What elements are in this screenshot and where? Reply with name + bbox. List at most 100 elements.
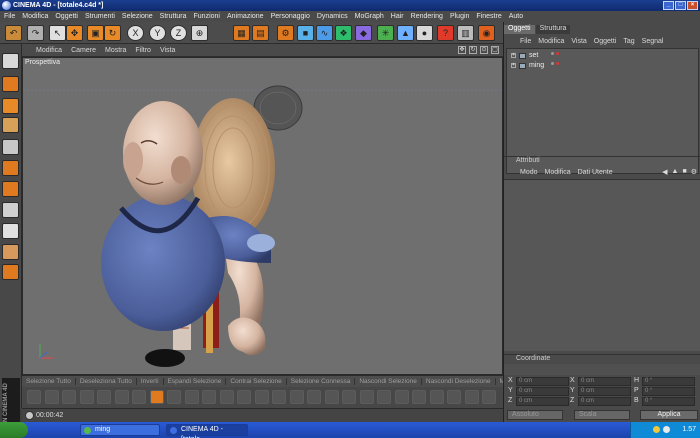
- spline-icon[interactable]: ∿: [316, 25, 333, 41]
- nurbs-icon[interactable]: ❖: [335, 25, 352, 41]
- menu-item[interactable]: Strumenti: [85, 13, 115, 20]
- action-button[interactable]: Mostra Tutto: [496, 378, 504, 385]
- move-icon[interactable]: ✥: [458, 46, 466, 54]
- action-button[interactable]: Nascondi Selezione: [355, 378, 422, 385]
- apply-button[interactable]: Applica: [640, 410, 698, 420]
- mesh-tool-icon[interactable]: [482, 390, 496, 404]
- viewport-menu-item[interactable]: Modifica: [36, 47, 62, 54]
- coord-input[interactable]: 0 cm: [516, 397, 569, 406]
- rotate-icon[interactable]: ↻: [104, 25, 121, 41]
- deformer-icon[interactable]: ◆: [355, 25, 372, 41]
- mesh-tool-icon[interactable]: [132, 390, 146, 404]
- action-button[interactable]: Selezione Tutto: [22, 378, 76, 385]
- coord-input[interactable]: 0 cm: [578, 387, 631, 396]
- menu-item[interactable]: Struttura: [160, 13, 187, 20]
- menu-item[interactable]: Modifica: [22, 13, 48, 20]
- menu-item[interactable]: MoGraph: [355, 13, 384, 20]
- taskbar-task[interactable]: ming: [80, 424, 160, 436]
- checker-mode-icon[interactable]: [2, 202, 19, 218]
- render-picture-icon[interactable]: ▤: [252, 25, 269, 41]
- menu-item[interactable]: Oggetti: [55, 13, 78, 20]
- attributes-menu-item[interactable]: Dati Utente: [578, 169, 613, 176]
- cube-primitive-icon[interactable]: ■: [297, 25, 314, 41]
- mesh-tool-icon[interactable]: [447, 390, 461, 404]
- mesh-tool-icon[interactable]: [342, 390, 356, 404]
- tab-struttura[interactable]: Struttura: [535, 25, 571, 34]
- arrow-left-icon[interactable]: ◀: [662, 168, 667, 176]
- help-icon[interactable]: ?: [437, 25, 454, 41]
- visibility-dots[interactable]: [551, 52, 559, 55]
- viewport-menu-item[interactable]: Mostra: [105, 47, 126, 54]
- mesh-tool-icon[interactable]: [44, 390, 59, 404]
- menu-item[interactable]: Selezione: [122, 13, 153, 20]
- minimize-button[interactable]: _: [663, 1, 674, 10]
- expand-icon[interactable]: +: [511, 53, 516, 58]
- object-menu-item[interactable]: Segnal: [642, 38, 664, 45]
- mesh-tool-icon[interactable]: [464, 390, 479, 404]
- menu-item[interactable]: Auto: [509, 13, 523, 20]
- x-axis-icon[interactable]: X: [127, 25, 144, 41]
- viewport-menu-item[interactable]: Vista: [160, 47, 175, 54]
- network-icon[interactable]: [663, 426, 670, 433]
- coord-input[interactable]: 0 cm: [516, 377, 569, 386]
- mesh-tool-icon[interactable]: [202, 390, 216, 404]
- mesh-tool-icon[interactable]: [149, 390, 164, 404]
- coord-mode-select[interactable]: Assoluto: [507, 410, 563, 420]
- mesh-tool-icon[interactable]: [429, 390, 444, 404]
- action-button[interactable]: Selezione Connessa: [287, 378, 356, 385]
- menu-item[interactable]: Hair: [391, 13, 404, 20]
- lock-icon[interactable]: ■: [682, 168, 686, 176]
- action-button[interactable]: Contrai Selezione: [226, 378, 287, 385]
- lock-icon[interactable]: [2, 223, 19, 239]
- object-menu-item[interactable]: Tag: [623, 38, 634, 45]
- close-button[interactable]: ×: [687, 1, 698, 10]
- mesh-tool-icon[interactable]: [394, 390, 409, 404]
- object-row[interactable]: + ming: [511, 61, 559, 70]
- expand-icon[interactable]: +: [511, 63, 516, 68]
- mesh-tool-icon[interactable]: [27, 390, 41, 404]
- taskbar-task[interactable]: CINEMA 4D - [totale...: [166, 424, 248, 438]
- start-button[interactable]: [0, 422, 28, 438]
- viewport-perspective[interactable]: Prospettiva: [22, 57, 503, 375]
- redo-icon[interactable]: ↷: [27, 25, 44, 41]
- action-button[interactable]: Deseleziona Tutto: [76, 378, 137, 385]
- visibility-dots[interactable]: [551, 62, 559, 65]
- mesh-tool-icon[interactable]: [289, 390, 304, 404]
- y-axis-icon[interactable]: Y: [149, 25, 166, 41]
- menu-item[interactable]: Plugin: [450, 13, 469, 20]
- viewport-menu-item[interactable]: Camere: [71, 47, 96, 54]
- scene-icon[interactable]: ✳: [377, 25, 394, 41]
- coord-input[interactable]: 0 °: [642, 397, 695, 406]
- viewport-menu-item[interactable]: Filtro: [135, 47, 151, 54]
- coord-input[interactable]: 0 °: [642, 377, 695, 386]
- volume-icon[interactable]: [653, 426, 660, 433]
- menu-item[interactable]: Animazione: [227, 13, 264, 20]
- sculpt-mode-icon[interactable]: [2, 264, 19, 280]
- mesh-tool-icon[interactable]: [359, 390, 374, 404]
- polygons-mode-icon[interactable]: [2, 160, 19, 176]
- coord-scale-select[interactable]: Scala: [574, 410, 630, 420]
- mesh-tool-icon[interactable]: [377, 390, 391, 404]
- attributes-menu-item[interactable]: Modo: [520, 169, 538, 176]
- menu-item[interactable]: Finestre: [476, 13, 501, 20]
- coord-input[interactable]: 0 °: [642, 387, 695, 396]
- object-menu-item[interactable]: Vista: [571, 38, 586, 45]
- axis-mode-icon[interactable]: [2, 98, 19, 114]
- mesh-tool-icon[interactable]: [62, 390, 76, 404]
- edges-mode-icon[interactable]: [2, 139, 19, 155]
- menu-item[interactable]: Personaggio: [271, 13, 310, 20]
- object-menu-item[interactable]: File: [520, 38, 531, 45]
- object-row[interactable]: + set: [511, 51, 559, 60]
- scale-icon[interactable]: ▣: [87, 25, 104, 41]
- light-icon[interactable]: ●: [416, 25, 433, 41]
- mesh-tool-icon[interactable]: [412, 390, 426, 404]
- menu-item[interactable]: File: [4, 13, 15, 20]
- menu-item[interactable]: Funzioni: [194, 13, 220, 20]
- maximize-button[interactable]: □: [675, 1, 686, 10]
- object-mode-icon[interactable]: [2, 76, 19, 92]
- texture-mode-icon[interactable]: [2, 181, 19, 197]
- action-button[interactable]: Inverti: [137, 378, 164, 385]
- select-arrow-icon[interactable]: ↖: [49, 25, 66, 41]
- coord-input[interactable]: 0 cm: [578, 397, 631, 406]
- action-button[interactable]: Nascondi Deselezione: [422, 378, 496, 385]
